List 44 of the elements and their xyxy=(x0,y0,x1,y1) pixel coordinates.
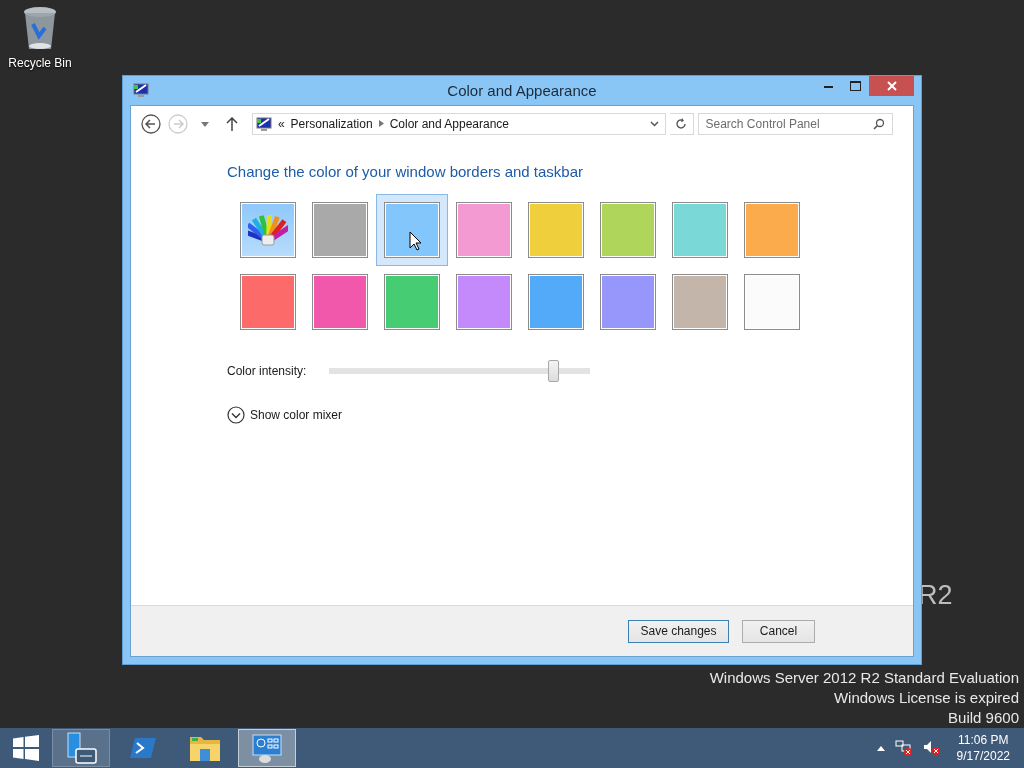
save-button[interactable]: Save changes xyxy=(628,619,729,643)
show-hidden-icons-button[interactable] xyxy=(876,745,885,751)
desktop-watermark-line: Windows License is expired xyxy=(833,688,1019,708)
taskbar-app-button[interactable] xyxy=(238,729,296,767)
dropdown-chevron-icon[interactable] xyxy=(650,121,660,127)
mouse-cursor-icon xyxy=(409,231,422,251)
breadcrumb-overflow[interactable]: « xyxy=(277,117,285,131)
clock[interactable]: 11:06 PM 9/17/2022 xyxy=(956,732,1010,764)
network-error-icon[interactable] xyxy=(894,740,913,756)
page-heading: Change the color of your window borders and taskbar xyxy=(227,163,585,180)
color-fan-icon xyxy=(248,213,288,247)
maximize-icon[interactable] xyxy=(850,81,861,91)
breadcrumb-separator-icon[interactable] xyxy=(378,120,384,127)
slider-label: Color intensity: xyxy=(227,364,308,378)
close-button[interactable] xyxy=(869,76,914,96)
breadcrumb-item[interactable]: Personalization xyxy=(290,117,373,131)
show-color-mixer-toggle[interactable]: Show color mixer xyxy=(227,406,343,424)
desktop-watermark-line: Build 9600 xyxy=(948,708,1019,728)
taskbar-app-button[interactable] xyxy=(52,729,110,767)
minimize-icon[interactable] xyxy=(824,84,833,88)
chevron-down-icon xyxy=(227,406,245,424)
cancel-button[interactable]: Cancel xyxy=(742,619,815,643)
slider-thumb[interactable] xyxy=(548,360,560,382)
breadcrumb-item[interactable]: Color and Appearance xyxy=(389,117,510,131)
powershell-icon xyxy=(129,736,157,760)
server-toolbox-icon xyxy=(64,731,98,765)
up-arrow-icon[interactable] xyxy=(226,117,239,131)
desktop-icon-label[interactable]: Recycle Bin xyxy=(8,56,72,70)
window-title: Color and Appearance xyxy=(447,82,597,99)
refresh-button[interactable] xyxy=(670,113,694,135)
search-field[interactable]: Search Control Panel xyxy=(697,113,893,135)
control-panel-icon xyxy=(250,732,284,764)
address-bar[interactable]: « Personalization Color and Appearance xyxy=(251,113,667,135)
volume-muted-icon[interactable] xyxy=(922,740,941,756)
refresh-icon[interactable] xyxy=(675,118,688,130)
recycle-bin-icon[interactable] xyxy=(23,6,57,52)
color-swatch[interactable] xyxy=(376,194,448,266)
close-icon[interactable] xyxy=(886,81,897,91)
monitor-brush-icon xyxy=(133,83,149,98)
windows-logo-icon[interactable] xyxy=(13,735,39,761)
desktop-watermark-line: Windows Server 2012 R2 Standard Evaluation xyxy=(709,668,1019,688)
caret-icon[interactable] xyxy=(201,121,210,127)
monitor-brush-icon xyxy=(255,116,272,132)
search-icon[interactable] xyxy=(873,118,885,130)
